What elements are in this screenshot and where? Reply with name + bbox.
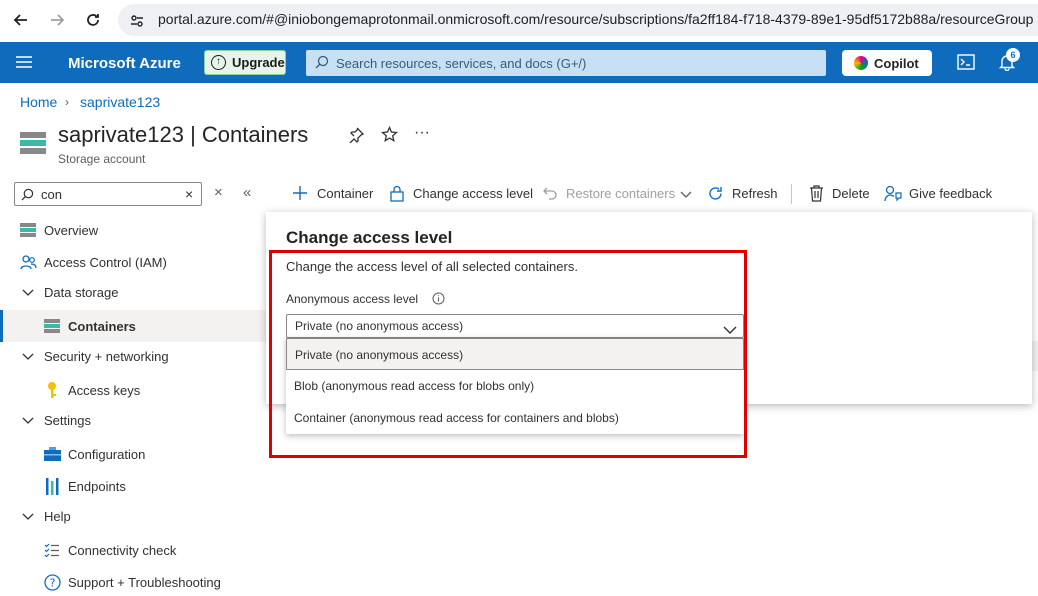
sidebar-item-support-troubleshooting[interactable]: Support + Troubleshooting: [68, 575, 221, 590]
notification-badge: 6: [1006, 48, 1020, 62]
background-table-row: [1032, 341, 1038, 371]
feedback-icon: [884, 184, 902, 202]
chevron-down-icon[interactable]: [19, 348, 37, 366]
chevron-down-icon[interactable]: [19, 508, 37, 526]
selected-item-indicator: [0, 310, 3, 342]
restore-containers-button[interactable]: Restore containers: [566, 186, 675, 201]
global-search-input[interactable]: Search resources, services, and docs (G+…: [306, 50, 826, 76]
change-access-level-button[interactable]: Change access level: [413, 186, 533, 201]
pin-icon[interactable]: [348, 127, 365, 148]
containers-icon: [43, 317, 61, 335]
page-subtitle: Storage account: [58, 152, 146, 166]
chevron-down-icon[interactable]: [19, 412, 37, 430]
collapse-close-icon[interactable]: ×: [214, 184, 223, 201]
give-feedback-button[interactable]: Give feedback: [909, 186, 992, 201]
sidebar-item-configuration[interactable]: Configuration: [68, 447, 145, 462]
copilot-icon: [854, 56, 868, 70]
toolbar-separator: [791, 184, 792, 204]
lock-icon: [388, 184, 406, 202]
browser-toolbar: portal.azure.com/#@iniobongemaprotonmail…: [0, 0, 1038, 42]
panel-title: Change access level: [286, 228, 453, 247]
site-info-icon[interactable]: [126, 10, 148, 32]
search-icon: [315, 55, 329, 74]
delete-button[interactable]: Delete: [832, 186, 870, 201]
upgrade-arrow-icon: ↑: [211, 55, 226, 70]
question-icon: ?: [43, 573, 61, 591]
copilot-label: Copilot: [874, 55, 919, 71]
briefcase-icon: [43, 445, 61, 463]
cloud-shell-icon[interactable]: [957, 53, 975, 76]
portal-header: Microsoft Azure ↑ Upgrade Search resourc…: [0, 42, 1038, 83]
filter-value: con: [41, 187, 62, 202]
more-options-icon[interactable]: ···: [414, 124, 430, 142]
checklist-icon: [43, 541, 61, 559]
favorite-star-icon[interactable]: [380, 125, 399, 148]
sidebar-item-endpoints[interactable]: Endpoints: [68, 479, 126, 494]
sidebar-group-data-storage[interactable]: Data storage: [44, 285, 118, 300]
add-container-button[interactable]: Container: [317, 186, 373, 201]
portal-brand[interactable]: Microsoft Azure: [68, 55, 181, 72]
upgrade-button[interactable]: ↑ Upgrade: [204, 50, 286, 75]
sidebar-item-access-control[interactable]: Access Control (IAM): [44, 255, 167, 270]
chevron-down-icon[interactable]: [19, 284, 37, 302]
url-text: portal.azure.com/#@iniobongemaprotonmail…: [158, 11, 1034, 27]
storage-account-icon: [20, 132, 46, 159]
refresh-button[interactable]: Refresh: [732, 186, 778, 201]
highlight-annotation-box: [269, 250, 747, 458]
overview-icon: [19, 221, 37, 239]
back-icon[interactable]: [10, 9, 32, 31]
hamburger-menu-icon[interactable]: [16, 55, 32, 74]
sidebar-group-security-networking[interactable]: Security + networking: [44, 349, 169, 364]
refresh-icon: [706, 184, 724, 202]
breadcrumb-current[interactable]: saprivate123: [80, 94, 160, 110]
clear-filter-icon[interactable]: ×: [185, 186, 193, 202]
sidebar-group-settings[interactable]: Settings: [44, 413, 91, 428]
sidebar-item-containers[interactable]: Containers: [68, 319, 136, 334]
filter-search-icon: [21, 188, 34, 206]
search-placeholder: Search resources, services, and docs (G+…: [336, 56, 587, 71]
page-title: saprivate123 | Containers: [58, 122, 309, 147]
breadcrumb-chevron-icon: ›: [65, 95, 69, 109]
sidebar-filter-input[interactable]: con ×: [14, 182, 202, 206]
collapse-sidebar-icon[interactable]: «: [243, 184, 251, 201]
key-icon: [43, 381, 61, 399]
restore-dropdown-chevron-icon[interactable]: [677, 186, 695, 204]
restore-icon: [541, 184, 559, 202]
sidebar-item-connectivity-check[interactable]: Connectivity check: [68, 543, 176, 558]
breadcrumb-home[interactable]: Home: [20, 94, 57, 110]
reload-icon[interactable]: [82, 9, 104, 31]
sidebar-item-overview[interactable]: Overview: [44, 223, 98, 238]
svg-text:?: ?: [49, 576, 55, 589]
copilot-button[interactable]: Copilot: [842, 50, 932, 76]
endpoints-icon: [43, 477, 61, 495]
trash-icon: [807, 184, 825, 202]
sidebar-group-help[interactable]: Help: [44, 509, 71, 524]
forward-icon[interactable]: [46, 9, 68, 31]
people-icon: [19, 253, 37, 271]
upgrade-label: Upgrade: [232, 55, 285, 70]
sidebar-item-access-keys[interactable]: Access keys: [68, 383, 140, 398]
add-icon: [291, 184, 309, 202]
